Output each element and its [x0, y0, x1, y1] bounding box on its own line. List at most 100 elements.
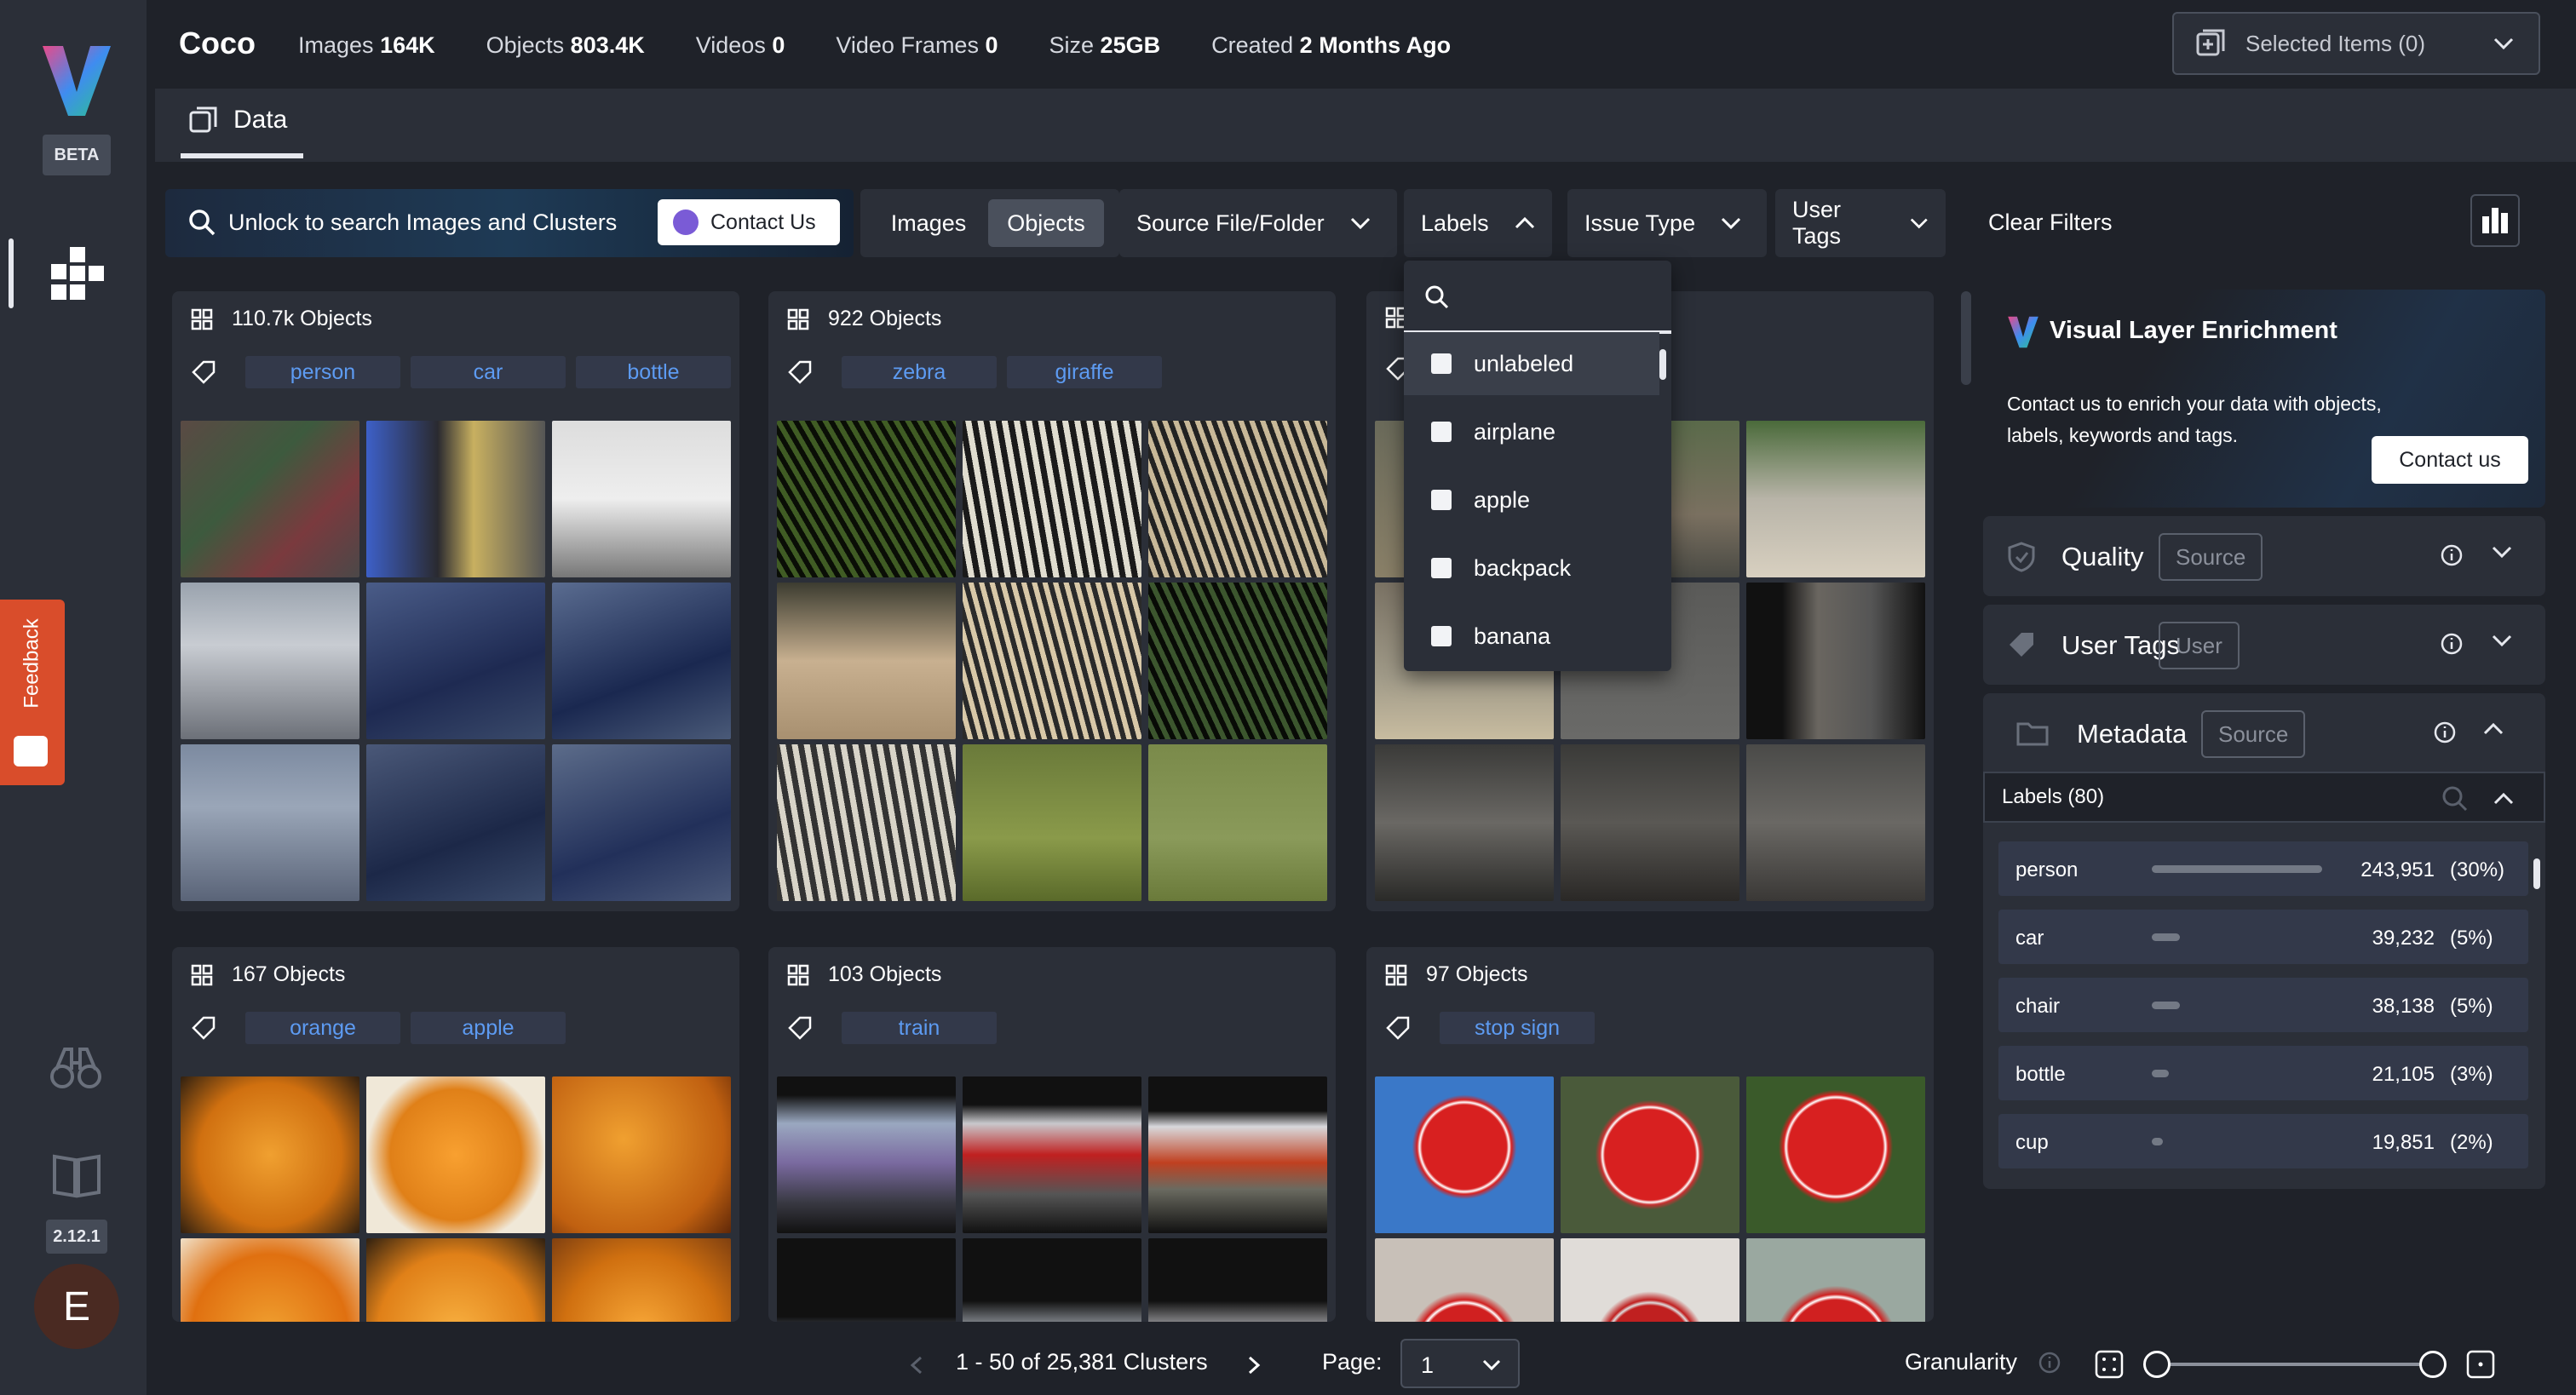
- cluster-card[interactable]: 97 Objects stop sign: [1366, 947, 1934, 1322]
- label-option[interactable]: backpack: [1404, 537, 1659, 600]
- cluster-card[interactable]: 167 Objects orange apple: [172, 947, 739, 1322]
- thumbnail[interactable]: [1148, 421, 1327, 577]
- feedback-tab[interactable]: Feedback: [0, 600, 65, 785]
- thumbnail[interactable]: [366, 421, 545, 577]
- thumbnail[interactable]: [1746, 1238, 1925, 1322]
- granularity-slider-track[interactable]: [2157, 1363, 2433, 1366]
- source-filter-dropdown[interactable]: Source File/Folder: [1119, 189, 1397, 257]
- thumbnail[interactable]: [1746, 744, 1925, 901]
- thumbnail[interactable]: [1561, 744, 1739, 901]
- thumbnail[interactable]: [181, 744, 359, 901]
- thumbnail[interactable]: [777, 1238, 956, 1322]
- thumbnail[interactable]: [181, 1076, 359, 1233]
- granularity-slider-max-knob[interactable]: [2419, 1351, 2447, 1378]
- label-chip[interactable]: apple: [411, 1012, 566, 1044]
- label-chip[interactable]: train: [842, 1012, 997, 1044]
- page-select[interactable]: 1: [1400, 1339, 1520, 1388]
- granularity-slider-min-knob[interactable]: [2143, 1351, 2171, 1378]
- checkbox[interactable]: [1431, 490, 1452, 510]
- datasets-grid-icon[interactable]: [51, 247, 104, 300]
- thumbnail[interactable]: [1148, 1238, 1327, 1322]
- issue-type-dropdown[interactable]: Issue Type: [1567, 189, 1767, 257]
- thumbnail[interactable]: [366, 583, 545, 739]
- thumbnail[interactable]: [777, 583, 956, 739]
- chevron-up-icon[interactable]: [2493, 792, 2515, 806]
- label-chip[interactable]: car: [411, 356, 566, 388]
- labels-search-input[interactable]: [1404, 261, 1671, 334]
- thumbnail[interactable]: [1561, 1076, 1739, 1233]
- chevron-down-icon[interactable]: [2491, 634, 2513, 647]
- thumbnail[interactable]: [1148, 1076, 1327, 1233]
- thumbnail[interactable]: [552, 1238, 731, 1322]
- chevron-down-icon[interactable]: [2491, 545, 2513, 559]
- label-stat-row[interactable]: cup 19,851 (2%): [1998, 1114, 2528, 1168]
- fine-granularity-icon[interactable]: [2094, 1349, 2125, 1380]
- checkbox[interactable]: [1431, 353, 1452, 374]
- enrichment-contact-button[interactable]: Contact us: [2372, 436, 2528, 484]
- thumbnail[interactable]: [1148, 583, 1327, 739]
- thumbnail[interactable]: [963, 1076, 1141, 1233]
- checkbox[interactable]: [1431, 626, 1452, 646]
- label-stat-row[interactable]: bottle 21,105 (3%): [1998, 1046, 2528, 1100]
- bar-chart-toggle[interactable]: [2470, 194, 2520, 247]
- info-icon[interactable]: [2440, 632, 2464, 656]
- thumbnail[interactable]: [1746, 583, 1925, 739]
- contact-us-button[interactable]: Contact Us: [658, 199, 840, 245]
- thumbnail[interactable]: [963, 421, 1141, 577]
- label-option[interactable]: banana: [1404, 605, 1659, 668]
- label-chip[interactable]: zebra: [842, 356, 997, 388]
- labels-scrollbar[interactable]: [2533, 858, 2540, 889]
- thumbnail[interactable]: [366, 1238, 545, 1322]
- thumbnail[interactable]: [552, 421, 731, 577]
- info-icon[interactable]: [2433, 720, 2457, 744]
- thumbnail[interactable]: [1375, 1076, 1554, 1233]
- thumbnail[interactable]: [552, 744, 731, 901]
- cluster-card[interactable]: 110.7k Objects person car bottle: [172, 291, 739, 911]
- clear-filters-link[interactable]: Clear Filters: [1988, 210, 2113, 236]
- toggle-objects[interactable]: Objects: [988, 199, 1104, 247]
- tab-data[interactable]: Data: [189, 106, 287, 135]
- thumbnail[interactable]: [963, 744, 1141, 901]
- label-stat-row[interactable]: person 243,951 (30%): [1998, 841, 2528, 896]
- thumbnail[interactable]: [1561, 1238, 1739, 1322]
- thumbnail[interactable]: [1148, 744, 1327, 901]
- thumbnail[interactable]: [181, 1238, 359, 1322]
- label-chip[interactable]: bottle: [576, 356, 731, 388]
- thumbnail[interactable]: [777, 744, 956, 901]
- label-stat-row[interactable]: car 39,232 (5%): [1998, 910, 2528, 964]
- user-tags-filter-dropdown[interactable]: User Tags: [1775, 189, 1946, 257]
- label-chip[interactable]: orange: [245, 1012, 400, 1044]
- label-option[interactable]: unlabeled: [1404, 332, 1659, 395]
- cluster-card[interactable]: 922 Objects zebra giraffe: [768, 291, 1336, 911]
- thumbnail[interactable]: [181, 583, 359, 739]
- thumbnail[interactable]: [366, 1076, 545, 1233]
- dropdown-scrollbar[interactable]: [1659, 349, 1666, 380]
- label-chip[interactable]: giraffe: [1007, 356, 1162, 388]
- prev-page-icon[interactable]: [910, 1356, 923, 1375]
- next-page-icon[interactable]: [1247, 1356, 1261, 1375]
- metadata-panel[interactable]: Metadata Source: [1983, 693, 2545, 773]
- label-stat-row[interactable]: chair 38,138 (5%): [1998, 978, 2528, 1032]
- thumbnail[interactable]: [963, 1238, 1141, 1322]
- quality-panel[interactable]: Quality Source: [1983, 516, 2545, 596]
- visual-layer-logo[interactable]: [41, 43, 112, 119]
- user-tags-panel[interactable]: User Tags User: [1983, 605, 2545, 685]
- label-chip[interactable]: person: [245, 356, 400, 388]
- toggle-images[interactable]: Images: [874, 199, 983, 247]
- user-avatar[interactable]: E: [34, 1264, 119, 1349]
- thumbnail[interactable]: [366, 744, 545, 901]
- label-chip[interactable]: stop sign: [1440, 1012, 1595, 1044]
- thumbnail[interactable]: [181, 421, 359, 577]
- grid-scrollbar[interactable]: [1961, 291, 1971, 385]
- coarse-granularity-icon[interactable]: [2465, 1349, 2496, 1380]
- chevron-up-icon[interactable]: [2482, 722, 2504, 736]
- search-box[interactable]: Unlock to search Images and Clusters Con…: [165, 189, 854, 257]
- checkbox[interactable]: [1431, 422, 1452, 442]
- thumbnail[interactable]: [777, 1076, 956, 1233]
- checkbox[interactable]: [1431, 558, 1452, 578]
- info-icon[interactable]: [2038, 1351, 2061, 1375]
- labels-stats-header[interactable]: Labels (80): [1983, 772, 2545, 823]
- thumbnail[interactable]: [963, 583, 1141, 739]
- labels-filter-dropdown[interactable]: Labels: [1404, 189, 1552, 257]
- search-icon[interactable]: [2441, 785, 2469, 812]
